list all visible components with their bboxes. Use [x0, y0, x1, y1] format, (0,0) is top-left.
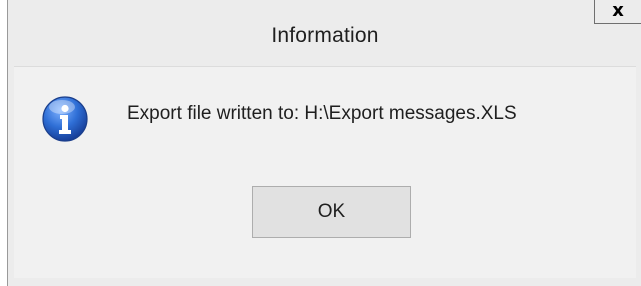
dialog-title: Information	[271, 24, 379, 47]
information-dialog: Information x Export file written to: H:…	[7, 0, 641, 286]
dialog-body: Export file written to: H:\Export messag…	[14, 66, 636, 278]
dialog-bottom-edge	[8, 278, 641, 286]
information-icon	[42, 96, 88, 142]
dialog-titlebar[interactable]: Information x	[8, 0, 641, 62]
close-icon: x	[612, 0, 624, 21]
ok-button[interactable]: OK	[252, 186, 411, 238]
close-button[interactable]: x	[594, 0, 641, 24]
dialog-message: Export file written to: H:\Export messag…	[127, 103, 517, 124]
